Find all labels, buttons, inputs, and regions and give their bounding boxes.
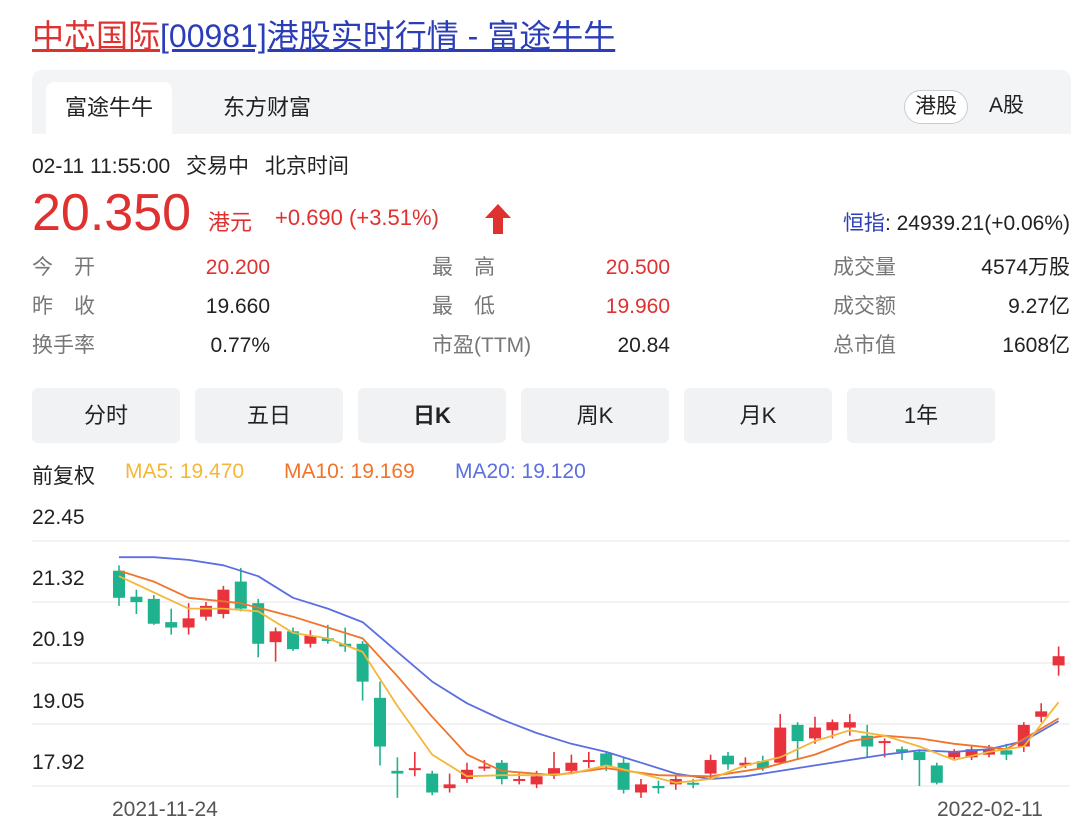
candle-down [652, 786, 665, 789]
candle-down [722, 755, 734, 765]
candle-up [443, 784, 456, 789]
candle-up [565, 762, 578, 771]
candle-up [878, 741, 891, 744]
candle-down [791, 724, 804, 742]
candle-down [687, 782, 700, 785]
candle-down [426, 773, 439, 793]
candlestick-chart [32, 540, 1070, 798]
candle-up [513, 778, 526, 781]
candle-up [704, 760, 717, 774]
candle-up [182, 618, 195, 628]
candle-down [617, 762, 630, 790]
candle-up [635, 784, 647, 793]
candle-up [408, 768, 421, 771]
candle-up [582, 760, 595, 763]
candle-down [913, 751, 926, 761]
candle-up [1035, 711, 1048, 717]
candle-up [1052, 656, 1065, 666]
candle-down [1000, 750, 1013, 755]
candle-down [130, 596, 143, 603]
candle-down [147, 598, 160, 624]
candle-down [165, 622, 178, 628]
candle-up [826, 722, 839, 731]
candle-down [930, 765, 943, 783]
candle-up [809, 727, 821, 739]
candle-up [530, 776, 543, 785]
candle-up [269, 631, 282, 643]
candle-down [391, 770, 404, 774]
candle-up [843, 722, 856, 728]
candle-down [374, 697, 386, 747]
candle-up [478, 766, 491, 769]
candle-up [200, 605, 212, 617]
candle-down [113, 570, 125, 598]
